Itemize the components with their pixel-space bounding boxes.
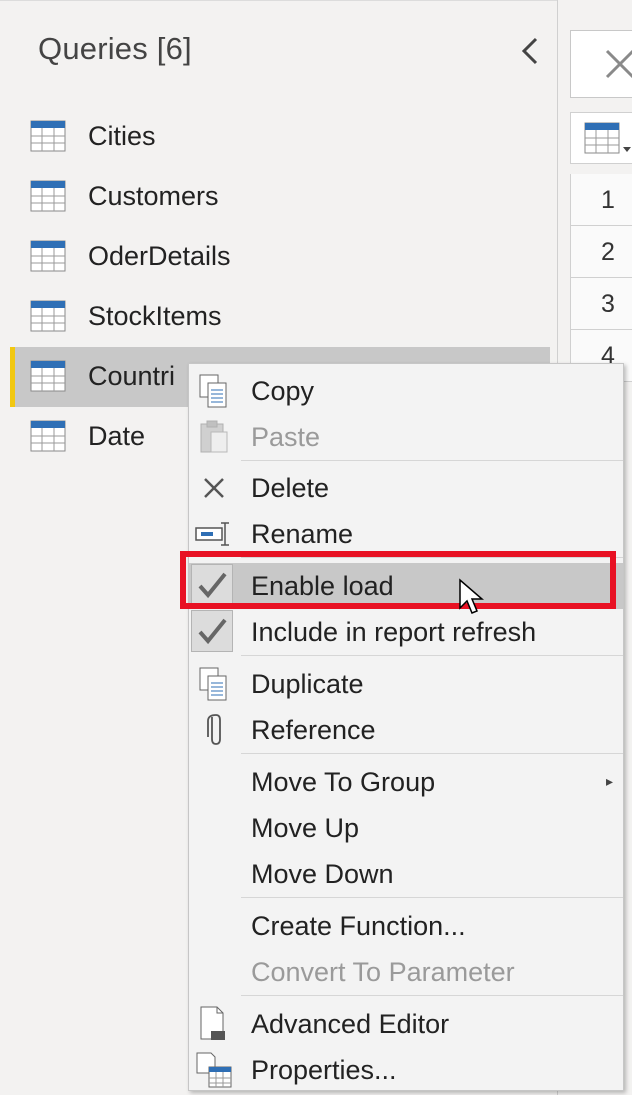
row-number[interactable]: 1 bbox=[570, 174, 632, 226]
paperclip-icon bbox=[195, 711, 235, 749]
query-item-customers[interactable]: Customers bbox=[10, 167, 550, 227]
menu-item-label: Advanced Editor bbox=[251, 1009, 450, 1039]
menu-item-paste[interactable]: Paste bbox=[189, 414, 623, 460]
properties-icon bbox=[195, 1051, 235, 1089]
checkmark-icon bbox=[198, 618, 227, 645]
rename-icon bbox=[195, 515, 235, 553]
menu-item-label: Move Up bbox=[251, 813, 360, 843]
duplicate-icon bbox=[195, 665, 235, 703]
table-icon bbox=[30, 420, 66, 457]
collapse-pane-button[interactable] bbox=[512, 31, 548, 71]
query-label: Customers bbox=[88, 181, 219, 211]
delete-icon bbox=[195, 469, 235, 507]
query-label: Countri bbox=[88, 361, 176, 391]
row-number[interactable]: 3 bbox=[570, 278, 632, 330]
menu-item-move-up[interactable]: Move Up bbox=[189, 805, 623, 851]
menu-item-reference[interactable]: Reference bbox=[189, 707, 623, 753]
submenu-arrow-icon: ▸ bbox=[605, 773, 613, 789]
chevron-left-icon bbox=[521, 37, 538, 65]
menu-item-convert-to-parameter[interactable]: Convert To Parameter bbox=[189, 949, 623, 995]
menu-item-label: Duplicate bbox=[251, 669, 364, 699]
menu-item-label: Move To Group bbox=[251, 767, 436, 797]
menu-item-advanced-editor[interactable]: Advanced Editor bbox=[189, 1001, 623, 1047]
menu-separator bbox=[241, 460, 623, 461]
query-item-cities[interactable]: Cities bbox=[10, 107, 550, 167]
table-icon bbox=[30, 360, 66, 397]
queries-pane-title: Queries [6] bbox=[38, 31, 192, 66]
row-number-label: 3 bbox=[601, 290, 615, 318]
advanced-editor-icon bbox=[195, 1005, 235, 1043]
menu-item-label: Create Function... bbox=[251, 911, 466, 941]
copy-icon bbox=[195, 372, 235, 410]
table-icon bbox=[30, 180, 66, 217]
menu-item-copy[interactable]: Copy bbox=[189, 368, 623, 414]
menu-item-duplicate[interactable]: Duplicate bbox=[189, 661, 623, 707]
table-menu-button[interactable] bbox=[570, 112, 632, 164]
context-menu: Copy Paste Delete Rename Enable load Inc… bbox=[188, 363, 624, 1091]
menu-item-label: Convert To Parameter bbox=[251, 957, 515, 987]
menu-separator bbox=[241, 753, 623, 754]
menu-item-include-in-report-refresh[interactable]: Include in report refresh bbox=[189, 609, 623, 655]
menu-item-move-to-group[interactable]: Move To Group ▸ bbox=[189, 759, 623, 805]
menu-item-label: Include in report refresh bbox=[251, 617, 537, 647]
enable-load-highlight-box bbox=[180, 551, 616, 609]
mouse-cursor-icon bbox=[458, 578, 485, 623]
row-number[interactable]: 2 bbox=[570, 226, 632, 278]
table-icon bbox=[30, 300, 66, 337]
row-number-label: 1 bbox=[601, 186, 615, 214]
cancel-formula-button[interactable] bbox=[570, 30, 632, 98]
menu-item-label: Move Down bbox=[251, 859, 394, 889]
menu-separator bbox=[241, 995, 623, 996]
menu-separator bbox=[241, 655, 623, 656]
menu-item-delete[interactable]: Delete bbox=[189, 465, 623, 511]
menu-item-label: Delete bbox=[251, 473, 330, 503]
menu-item-label: Copy bbox=[251, 376, 315, 406]
table-icon bbox=[30, 240, 66, 277]
row-number-label: 2 bbox=[601, 238, 615, 266]
table-icon bbox=[584, 122, 631, 154]
query-item-oderdetails[interactable]: OderDetails bbox=[10, 227, 550, 287]
include-refresh-checkbox bbox=[191, 610, 233, 652]
query-label: StockItems bbox=[88, 301, 222, 331]
menu-item-properties[interactable]: Properties... bbox=[189, 1047, 623, 1093]
menu-item-label: Paste bbox=[251, 422, 321, 452]
query-item-stockitems[interactable]: StockItems bbox=[10, 287, 550, 347]
menu-item-label: Properties... bbox=[251, 1055, 397, 1085]
query-label: Date bbox=[88, 421, 146, 451]
table-icon bbox=[30, 120, 66, 157]
menu-item-label: Rename bbox=[251, 519, 354, 549]
query-label: OderDetails bbox=[88, 241, 231, 271]
menu-item-create-function[interactable]: Create Function... bbox=[189, 903, 623, 949]
query-label: Cities bbox=[88, 121, 156, 151]
menu-item-label: Reference bbox=[251, 715, 376, 745]
paste-icon bbox=[195, 418, 235, 456]
menu-item-move-down[interactable]: Move Down bbox=[189, 851, 623, 897]
menu-separator bbox=[241, 897, 623, 898]
close-icon bbox=[605, 49, 632, 79]
